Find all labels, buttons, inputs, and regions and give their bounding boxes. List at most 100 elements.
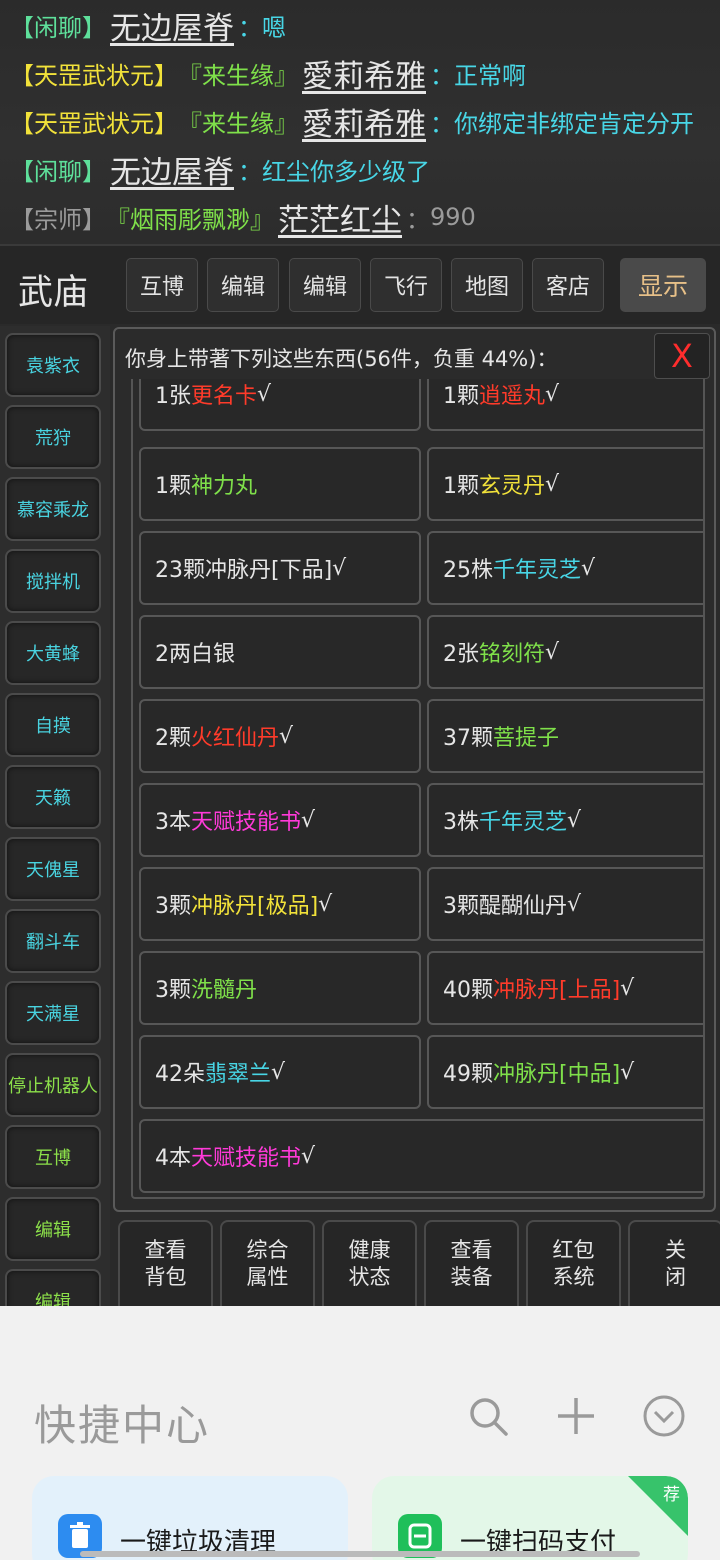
item-qty: 4本 [155, 1146, 191, 1171]
button-label: 属性 [246, 1265, 289, 1289]
attributes-button[interactable]: 综合 属性 [220, 1220, 315, 1306]
chat-guild-tag: 『烟雨彫飘渺』 [106, 205, 274, 234]
inventory-item[interactable]: 37颗 菩提子 [427, 699, 703, 773]
button-label: 健康 [348, 1238, 391, 1262]
item-check: √ [545, 381, 560, 407]
chat-guild-tag: 『来生缘』 [178, 61, 298, 90]
quick-center-panel: 快捷中心 一键垃圾清理 一键扫码支付 荐 [0, 1306, 720, 1560]
item-qty: 40颗 [443, 978, 493, 1003]
inventory-item[interactable]: 49颗 冲脉丹[中品] √ [427, 1035, 703, 1109]
item-qty: 42朵 [155, 1062, 205, 1087]
sidebar-edit[interactable]: 编辑 [5, 1197, 101, 1261]
chat-message: 990 [430, 203, 476, 231]
view-backpack-button[interactable]: 查看 背包 [118, 1220, 213, 1306]
inventory-item[interactable]: 1颗 玄灵丹 √ [427, 447, 703, 521]
sidebar-npc[interactable]: 袁紫衣 [5, 333, 101, 397]
sidebar-npc[interactable]: 天籁 [5, 765, 101, 829]
sidebar-npc[interactable]: 搅拌机 [5, 549, 101, 613]
sidebar-edit[interactable]: 编辑 [5, 1269, 101, 1306]
item-qty: 3本 [155, 810, 191, 835]
item-qty: 1颗 [443, 474, 479, 499]
sidebar-npc[interactable]: 自摸 [5, 693, 101, 757]
health-status-button[interactable]: 健康 状态 [322, 1220, 417, 1306]
inventory-item[interactable]: 2颗 火红仙丹 √ [139, 699, 421, 773]
inventory-item[interactable]: 42朵 翡翠兰 √ [139, 1035, 421, 1109]
item-check: √ [545, 471, 560, 497]
top-button-map[interactable]: 地图 [451, 258, 523, 312]
close-panel-button[interactable]: 关闭 [628, 1220, 720, 1306]
chat-player-name[interactable]: 无边屋脊 [110, 147, 234, 192]
item-name: 冲脉丹[上品] [493, 978, 621, 1003]
chat-channel: 【天罡武状元】 [10, 109, 178, 138]
item-qty: 1颗 [155, 474, 191, 499]
inventory-item[interactable]: 3株 千年灵芝 √ [427, 783, 703, 857]
chat-player-name[interactable]: 无边屋脊 [110, 3, 234, 48]
item-check: √ [301, 807, 316, 833]
card-scan-pay[interactable]: 一键扫码支付 荐 [372, 1476, 688, 1560]
chat-separator: ： [430, 61, 454, 90]
inventory-item[interactable]: 25株 千年灵芝 √ [427, 531, 703, 605]
chat-player-name[interactable]: 愛莉希雅 [302, 51, 426, 96]
item-check: √ [545, 639, 560, 665]
item-check: √ [318, 891, 333, 917]
top-button-hubo[interactable]: 互博 [126, 258, 198, 312]
button-label: 关 [665, 1238, 686, 1262]
top-button-edit[interactable]: 编辑 [207, 258, 279, 312]
sidebar-npc[interactable]: 荒狩 [5, 405, 101, 469]
inventory-item[interactable]: 1颗 神力丸 [139, 447, 421, 521]
sidebar-npc[interactable]: 慕容乘龙 [5, 477, 101, 541]
top-button-inn[interactable]: 客店 [532, 258, 604, 312]
item-name: 冲脉丹[极品] [191, 894, 319, 919]
item-name: 火红仙丹 [191, 726, 280, 751]
sidebar-hubo[interactable]: 互博 [5, 1125, 101, 1189]
inventory-title: 你身上带著下列这些东西(56件，负重 44%)： [125, 347, 558, 371]
inventory-item[interactable]: 3颗醍醐仙丹 √ [427, 867, 703, 941]
item-check: √ [620, 1059, 635, 1085]
top-button-fly[interactable]: 飞行 [370, 258, 442, 312]
view-equipment-button[interactable]: 查看 装备 [424, 1220, 519, 1306]
button-label: 查看 [144, 1238, 187, 1262]
close-button[interactable]: X [654, 333, 710, 379]
item-name: 天赋技能书 [191, 810, 302, 835]
chat-message: 你绑定非绑定肯定分开 [454, 109, 694, 138]
item-name: 冲脉丹[中品] [493, 1062, 621, 1087]
chat-line: 【闲聊】 无边屋脊 ： 嗯 [10, 1, 286, 49]
item-name: 洗髓丹 [191, 978, 258, 1003]
sidebar-stop-robot[interactable]: 停止机器人 [5, 1053, 101, 1117]
chevron-down-icon[interactable] [642, 1394, 686, 1438]
card-junk-clean[interactable]: 一键垃圾清理 [32, 1476, 348, 1560]
button-label: 查看 [450, 1238, 493, 1262]
item-check: √ [620, 975, 635, 1001]
inventory-item[interactable]: 1颗 逍遥丸 √ [427, 379, 703, 431]
inventory-item[interactable]: 3颗 冲脉丹[极品] √ [139, 867, 421, 941]
inventory-list[interactable]: 1张 更名卡 √ 1颗 逍遥丸 √ 1颗 神力丸 1颗 玄灵丹 √ 23颗冲脉丹[下品] √ 2… [131, 379, 705, 1199]
inventory-item[interactable]: 23颗冲脉丹[下品] √ [139, 531, 421, 605]
inventory-item[interactable]: 40颗 冲脉丹[上品] √ [427, 951, 703, 1025]
sidebar-npc[interactable]: 翻斗车 [5, 909, 101, 973]
inventory-item[interactable]: 2两白银 [139, 615, 421, 689]
chat-player-name[interactable]: 茫茫红尘 [278, 195, 402, 240]
inventory-item[interactable]: 3颗 洗髓丹 [139, 951, 421, 1025]
item-check: √ [332, 555, 347, 581]
item-check: √ [257, 381, 272, 407]
red-packet-button[interactable]: 红包 系统 [526, 1220, 621, 1306]
item-qty: 3颗醍醐仙丹 [443, 894, 567, 919]
chat-channel: 【宗师】 [10, 205, 106, 234]
inventory-item[interactable]: 1张 更名卡 √ [139, 379, 421, 431]
inventory-item[interactable]: 2张 铭刻符 √ [427, 615, 703, 689]
chat-player-name[interactable]: 愛莉希雅 [302, 99, 426, 144]
sidebar-npc[interactable]: 天满星 [5, 981, 101, 1045]
chat-channel: 【闲聊】 [10, 13, 106, 42]
item-name: 千年灵芝 [493, 558, 582, 583]
quick-center-title: 快捷中心 [34, 1401, 211, 1450]
inventory-item[interactable]: 3本 天赋技能书 √ [139, 783, 421, 857]
item-name: 铭刻符 [479, 642, 546, 667]
top-button-edit[interactable]: 编辑 [289, 258, 361, 312]
sidebar-npc[interactable]: 天傀星 [5, 837, 101, 901]
add-icon[interactable] [554, 1394, 598, 1438]
sidebar-npc[interactable]: 大黄蜂 [5, 621, 101, 685]
search-icon[interactable] [466, 1394, 510, 1438]
show-button[interactable]: 显示 [620, 258, 706, 312]
button-label: 综合 [246, 1238, 289, 1262]
inventory-item[interactable]: 4本 天赋技能书 √ [139, 1119, 703, 1193]
